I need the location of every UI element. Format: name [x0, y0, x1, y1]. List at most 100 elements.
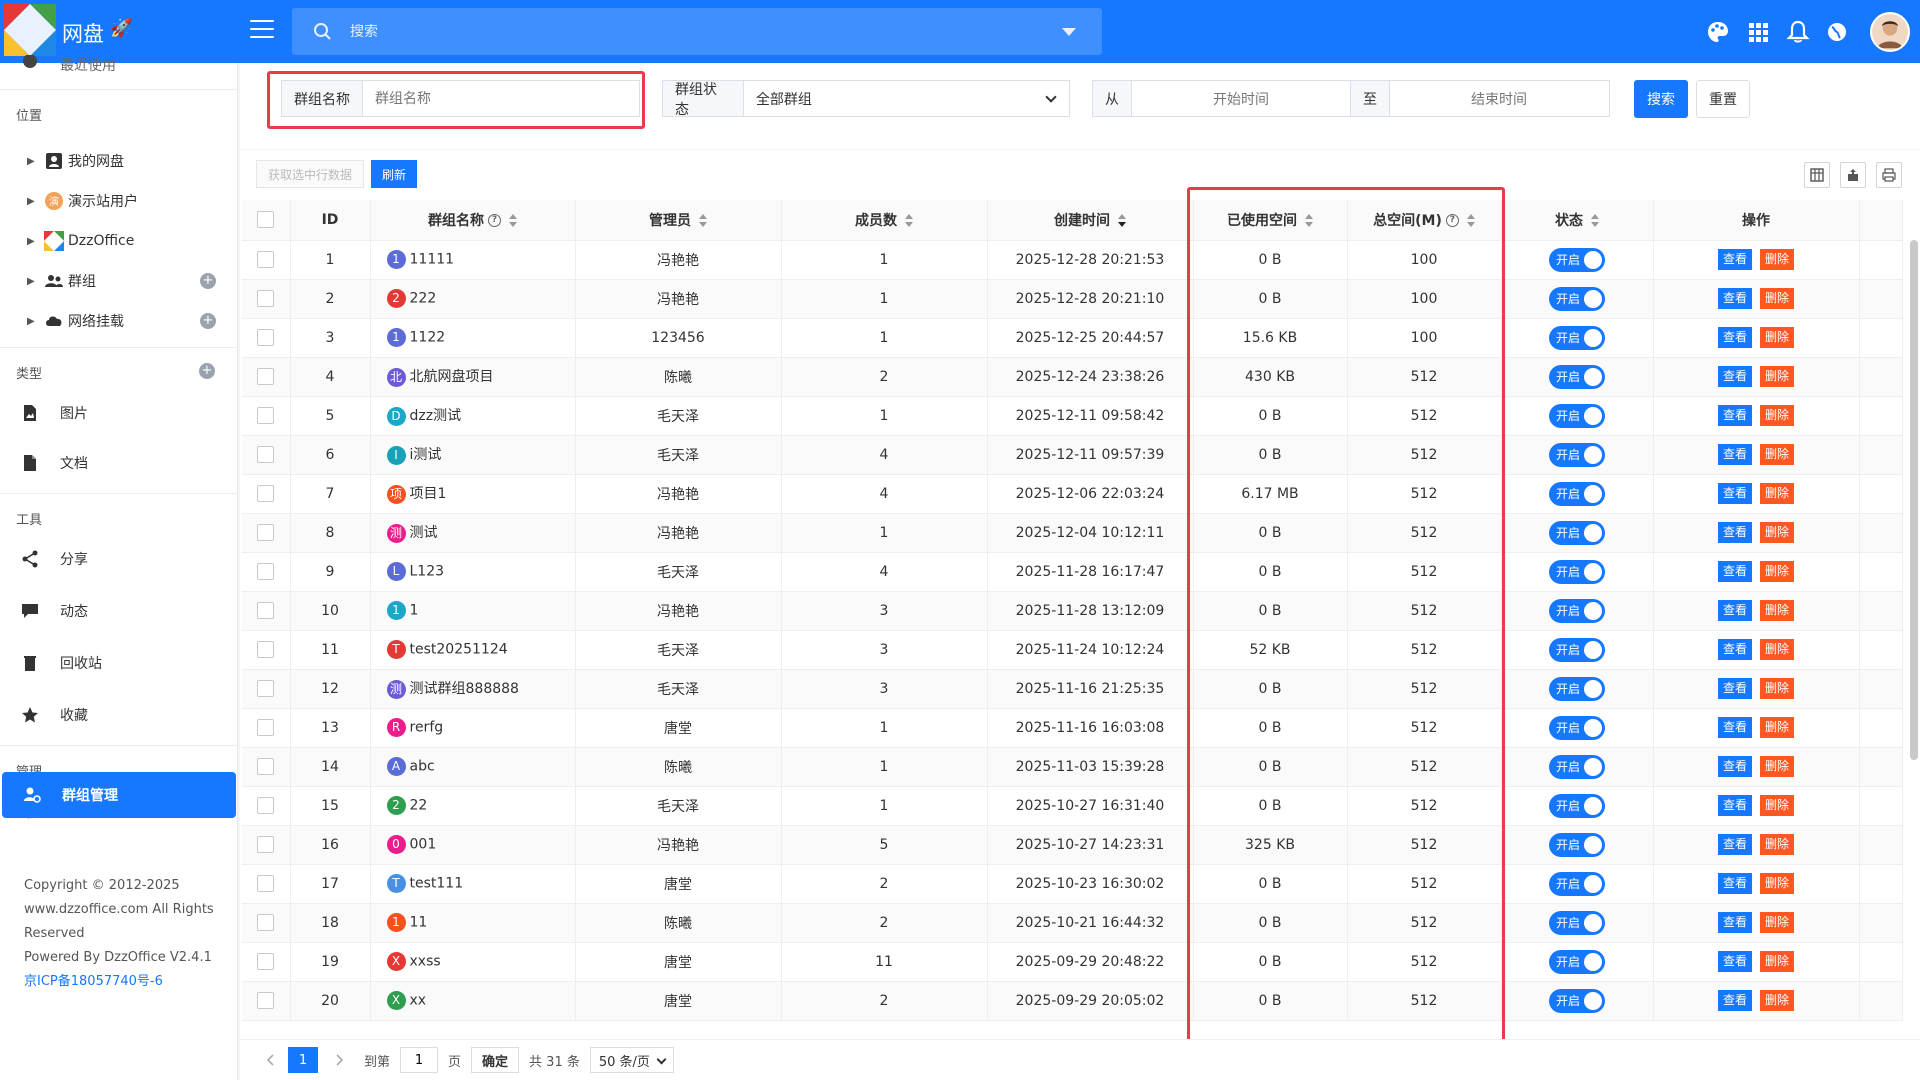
table-row[interactable]: 6 Ii测试 毛天泽 4 2025-12-11 09:57:39 0 B 512 开启 查看 删除: [242, 435, 1903, 475]
cell-group-name[interactable]: L L123: [370, 552, 576, 592]
app-logo-icon[interactable]: [4, 4, 56, 56]
delete-button[interactable]: 删除: [1760, 639, 1794, 660]
row-checkbox[interactable]: [257, 524, 275, 541]
row-checkbox[interactable]: [257, 914, 275, 931]
cell-group-name[interactable]: Xxxss: [370, 942, 576, 982]
search-button[interactable]: 搜索: [1634, 80, 1688, 118]
view-button[interactable]: 查看: [1718, 444, 1752, 465]
table-row[interactable]: 2 2 222 冯艳艳 1 2025-12-28 20:21:10 0 B 100 开启 查看 删除: [242, 279, 1903, 319]
view-button[interactable]: 查看: [1718, 561, 1752, 582]
sort-icon[interactable]: [699, 214, 707, 228]
status-toggle[interactable]: 开启: [1549, 988, 1605, 1013]
row-checkbox[interactable]: [257, 602, 275, 619]
delete-button[interactable]: 删除: [1760, 600, 1794, 621]
view-button[interactable]: 查看: [1718, 990, 1752, 1011]
table-row[interactable]: 7 项项目1 冯艳艳 4 2025-12-06 22:03:24 6.17 MB 512 开启…: [242, 474, 1903, 514]
cell-group-name[interactable]: 2 22: [370, 786, 576, 826]
status-toggle[interactable]: 开启: [1549, 754, 1605, 779]
sort-icon[interactable]: [905, 214, 913, 228]
delete-button[interactable]: 删除: [1760, 405, 1794, 426]
table-row[interactable]: 10 1 1 冯艳艳 3 2025-11-28 13:12:09 0 B 512 开启 查看 删除: [242, 591, 1903, 631]
row-checkbox[interactable]: [257, 329, 275, 346]
apps-grid-icon[interactable]: [1744, 18, 1772, 46]
expand-arrow-icon[interactable]: ▶: [27, 276, 35, 287]
current-page[interactable]: 1: [288, 1047, 318, 1073]
cell-group-name[interactable]: 1 1122: [370, 318, 576, 358]
delete-button[interactable]: 删除: [1760, 834, 1794, 855]
col-group-name[interactable]: 群组名称?: [370, 200, 576, 241]
status-toggle[interactable]: 开启: [1549, 481, 1605, 506]
table-row[interactable]: 4 北北航网盘项目 陈曦 2 2025-12-24 23:38:26 430 KB 512 开…: [242, 357, 1903, 397]
table-row[interactable]: 15 2 22 毛天泽 1 2025-10-27 16:31:40 0 B 512 开启 查看 删除: [242, 786, 1903, 826]
delete-button[interactable]: 删除: [1760, 873, 1794, 894]
sort-icon[interactable]: [1305, 214, 1313, 228]
row-checkbox[interactable]: [257, 290, 275, 307]
next-page-icon[interactable]: [332, 1053, 346, 1067]
row-checkbox[interactable]: [257, 407, 275, 424]
sidebar-item-groups[interactable]: ▶ 群组 +: [0, 263, 238, 299]
row-checkbox[interactable]: [257, 797, 275, 814]
view-button[interactable]: 查看: [1718, 873, 1752, 894]
status-toggle[interactable]: 开启: [1549, 598, 1605, 623]
table-row[interactable]: 17 Ttest111 唐堂 2 2025-10-23 16:30:02 0 B 512 开启…: [242, 864, 1903, 904]
menu-toggle-button[interactable]: [250, 20, 274, 42]
help-icon[interactable]: ?: [488, 214, 501, 228]
status-toggle[interactable]: 开启: [1549, 559, 1605, 584]
cell-group-name[interactable]: 1 11: [370, 903, 576, 943]
view-button[interactable]: 查看: [1718, 678, 1752, 699]
view-button[interactable]: 查看: [1718, 756, 1752, 777]
status-toggle[interactable]: 开启: [1549, 286, 1605, 311]
search-dropdown-icon[interactable]: [1062, 28, 1076, 36]
goto-page-input[interactable]: [400, 1047, 439, 1073]
row-checkbox[interactable]: [257, 563, 275, 580]
theme-palette-icon[interactable]: [1704, 18, 1732, 46]
table-row[interactable]: 18 1 11 陈曦 2 2025-10-21 16:44:32 0 B 512 开启 查看 删除: [242, 903, 1903, 943]
status-toggle[interactable]: 开启: [1549, 442, 1605, 467]
group-name-input[interactable]: [363, 81, 633, 116]
cell-group-name[interactable]: 0 001: [370, 825, 576, 865]
view-button[interactable]: 查看: [1718, 600, 1752, 621]
expand-arrow-icon[interactable]: ▶: [27, 236, 35, 247]
notification-bell-icon[interactable]: [1784, 18, 1812, 46]
status-toggle[interactable]: 开启: [1549, 325, 1605, 350]
add-group-icon[interactable]: +: [200, 273, 216, 289]
sort-icon[interactable]: [1591, 214, 1599, 228]
global-search[interactable]: [292, 8, 1102, 55]
group-status-select[interactable]: 全部群组: [744, 81, 1069, 116]
cell-group-name[interactable]: 11: [370, 591, 576, 631]
view-button[interactable]: 查看: [1718, 912, 1752, 933]
delete-button[interactable]: 删除: [1760, 756, 1794, 777]
user-avatar[interactable]: [1870, 12, 1910, 52]
col-total-space[interactable]: 总空间(M)?: [1347, 200, 1502, 241]
view-button[interactable]: 查看: [1718, 522, 1752, 543]
cell-group-name[interactable]: 2 222: [370, 279, 576, 319]
select-all-checkbox[interactable]: [257, 211, 275, 229]
status-toggle[interactable]: 开启: [1549, 637, 1605, 662]
row-checkbox[interactable]: [257, 953, 275, 970]
table-row[interactable]: 5 Ddzz测试 毛天泽 1 2025-12-11 09:58:42 0 B 512 开启 查看…: [242, 396, 1903, 436]
end-time-input[interactable]: 结束时间: [1390, 81, 1608, 116]
sidebar-item-group-management[interactable]: 群组管理: [2, 772, 236, 818]
table-row[interactable]: 3 1 1122 123456 1 2025-12-25 20:44:57 15.6 KB 1…: [242, 318, 1903, 358]
table-row[interactable]: 14 Aabc 陈曦 1 2025-11-03 15:39:28 0 B 512 开启 查看 删除: [242, 747, 1903, 787]
sidebar-item-favorites[interactable]: 收藏: [0, 697, 238, 733]
cell-group-name[interactable]: 测测试: [370, 513, 576, 553]
globe-icon[interactable]: [1823, 18, 1851, 46]
add-mount-icon[interactable]: +: [200, 313, 216, 329]
table-scrollbar[interactable]: [1910, 240, 1918, 760]
view-button[interactable]: 查看: [1718, 405, 1752, 426]
refresh-button[interactable]: 刷新: [371, 160, 417, 188]
sidebar-item-network-mount[interactable]: ▶ 网络挂载 +: [0, 303, 238, 339]
export-button[interactable]: [1840, 162, 1866, 188]
status-toggle[interactable]: 开启: [1549, 715, 1605, 740]
status-toggle[interactable]: 开启: [1549, 403, 1605, 428]
table-row[interactable]: 19 Xxxss 唐堂 11 2025-09-29 20:48:22 0 B 512 开启 查看…: [242, 942, 1903, 982]
view-button[interactable]: 查看: [1718, 951, 1752, 972]
view-button[interactable]: 查看: [1718, 249, 1752, 270]
delete-button[interactable]: 删除: [1760, 795, 1794, 816]
view-button[interactable]: 查看: [1718, 288, 1752, 309]
sidebar-item-images[interactable]: 图片: [0, 395, 238, 431]
row-checkbox[interactable]: [257, 836, 275, 853]
cell-group-name[interactable]: Ii测试: [370, 435, 576, 475]
status-toggle[interactable]: 开启: [1549, 871, 1605, 896]
